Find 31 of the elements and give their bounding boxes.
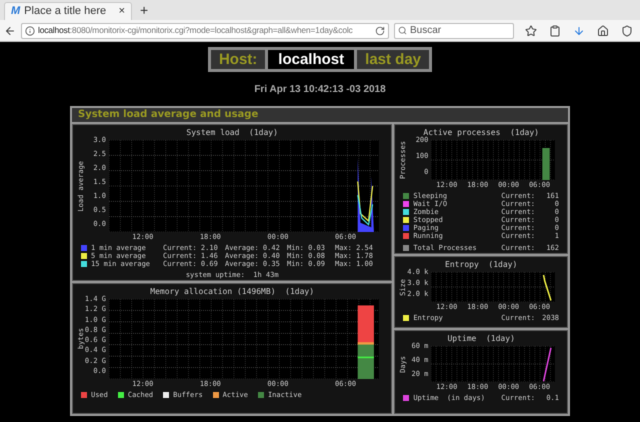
uptime-line-drawing — [543, 348, 552, 382]
graph-title: System load (1day) — [185, 127, 279, 138]
host-label: Host: — [210, 50, 266, 69]
graph-title: Uptime (1day) — [446, 333, 516, 344]
tab-logo: M — [11, 4, 20, 20]
shield-icon[interactable] — [621, 24, 633, 36]
browser-tab[interactable]: M Place a title here × — [4, 2, 132, 20]
back-icon[interactable] — [4, 24, 16, 36]
info-icon[interactable] — [25, 26, 35, 36]
url-text: localhost:8080/monitorix-cgi/monitorix.cgi?mode=localhost&graph=all&when=1day&colc — [38, 24, 354, 37]
download-icon[interactable] — [573, 24, 585, 36]
bookmark-star-icon[interactable] — [525, 24, 537, 36]
search-icon — [398, 26, 407, 35]
date-text: Fri Apr 13 10:42:13 -03 2018 — [254, 83, 386, 97]
graph-title: Memory allocation (1496MB) (1day) — [149, 286, 316, 297]
search-field[interactable]: Buscar — [394, 22, 514, 38]
period-label: last day — [357, 50, 430, 69]
tab-title: Place a title here — [24, 4, 108, 20]
graph-title: Entropy (1day) — [444, 259, 518, 270]
host-name: localhost — [268, 50, 354, 69]
home-icon[interactable] — [597, 24, 609, 36]
url-field[interactable]: localhost:8080/monitorix-cgi/monitorix.cgi?mode=localhost&graph=all&when=1day&colc — [21, 22, 389, 38]
search-input[interactable]: Buscar — [410, 23, 510, 38]
section-title: System load average and usage — [72, 108, 568, 122]
clipboard-icon[interactable] — [549, 24, 561, 36]
graph-title: Active processes (1day) — [423, 127, 540, 137]
reload-icon[interactable] — [375, 26, 385, 36]
tab-close-button[interactable]: × — [118, 3, 125, 20]
process-bar-drawing — [542, 148, 550, 180]
entropy-line-drawing — [543, 274, 552, 301]
new-tab-button[interactable]: + — [140, 2, 148, 18]
